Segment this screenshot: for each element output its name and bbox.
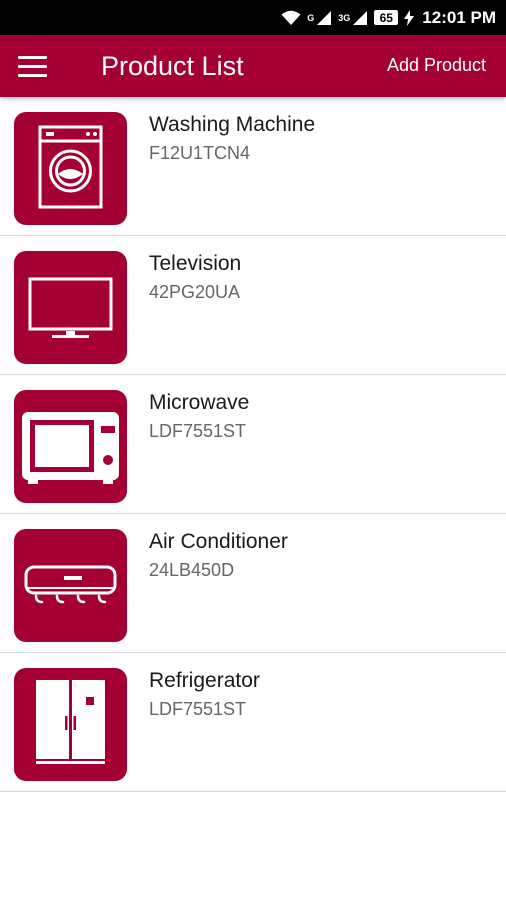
product-name: Washing Machine bbox=[149, 113, 316, 136]
product-name: Refrigerator bbox=[149, 669, 260, 692]
status-bar: G 3G 65 12:01 PM bbox=[0, 0, 506, 35]
product-model: F12U1TCN4 bbox=[149, 143, 251, 163]
product-model: 42PG20UA bbox=[149, 282, 241, 302]
page-title: Product List bbox=[101, 51, 244, 81]
washing-machine-icon bbox=[14, 112, 127, 225]
product-item-air-conditioner[interactable]: Air Conditioner 24LB450D bbox=[0, 514, 506, 653]
app-bar: Product List Add Product bbox=[0, 35, 506, 97]
product-item-microwave[interactable]: Microwave LDF7551ST bbox=[0, 375, 506, 514]
product-model: LDF7551ST bbox=[149, 421, 247, 441]
status-time: 12:01 PM bbox=[422, 7, 496, 27]
signal-icon bbox=[316, 10, 332, 26]
product-name: Air Conditioner bbox=[149, 530, 288, 553]
product-model: 24LB450D bbox=[149, 560, 235, 580]
network-type-label-secondary: 3G bbox=[338, 12, 351, 23]
product-item-washing-machine[interactable]: Washing Machine F12U1TCN4 bbox=[0, 97, 506, 236]
air-conditioner-icon bbox=[14, 529, 127, 642]
product-item-television[interactable]: Television 42PG20UA bbox=[0, 236, 506, 375]
network-type-label: G bbox=[307, 12, 315, 23]
product-name: Television bbox=[149, 252, 242, 275]
wifi-icon bbox=[281, 10, 301, 26]
menu-icon[interactable] bbox=[18, 51, 54, 81]
microwave-icon bbox=[14, 390, 127, 503]
product-name: Microwave bbox=[149, 391, 250, 414]
charging-icon bbox=[404, 9, 415, 26]
signal-icon-secondary bbox=[352, 10, 368, 26]
product-model: LDF7551ST bbox=[149, 699, 247, 719]
refrigerator-icon bbox=[14, 668, 127, 781]
add-product-button[interactable]: Add Product bbox=[387, 53, 486, 77]
product-item-refrigerator[interactable]: Refrigerator LDF7551ST bbox=[0, 653, 506, 792]
television-icon bbox=[14, 251, 127, 364]
product-list: Washing Machine F12U1TCN4 Television 42P… bbox=[0, 97, 506, 792]
battery-level: 65 bbox=[374, 10, 399, 25]
